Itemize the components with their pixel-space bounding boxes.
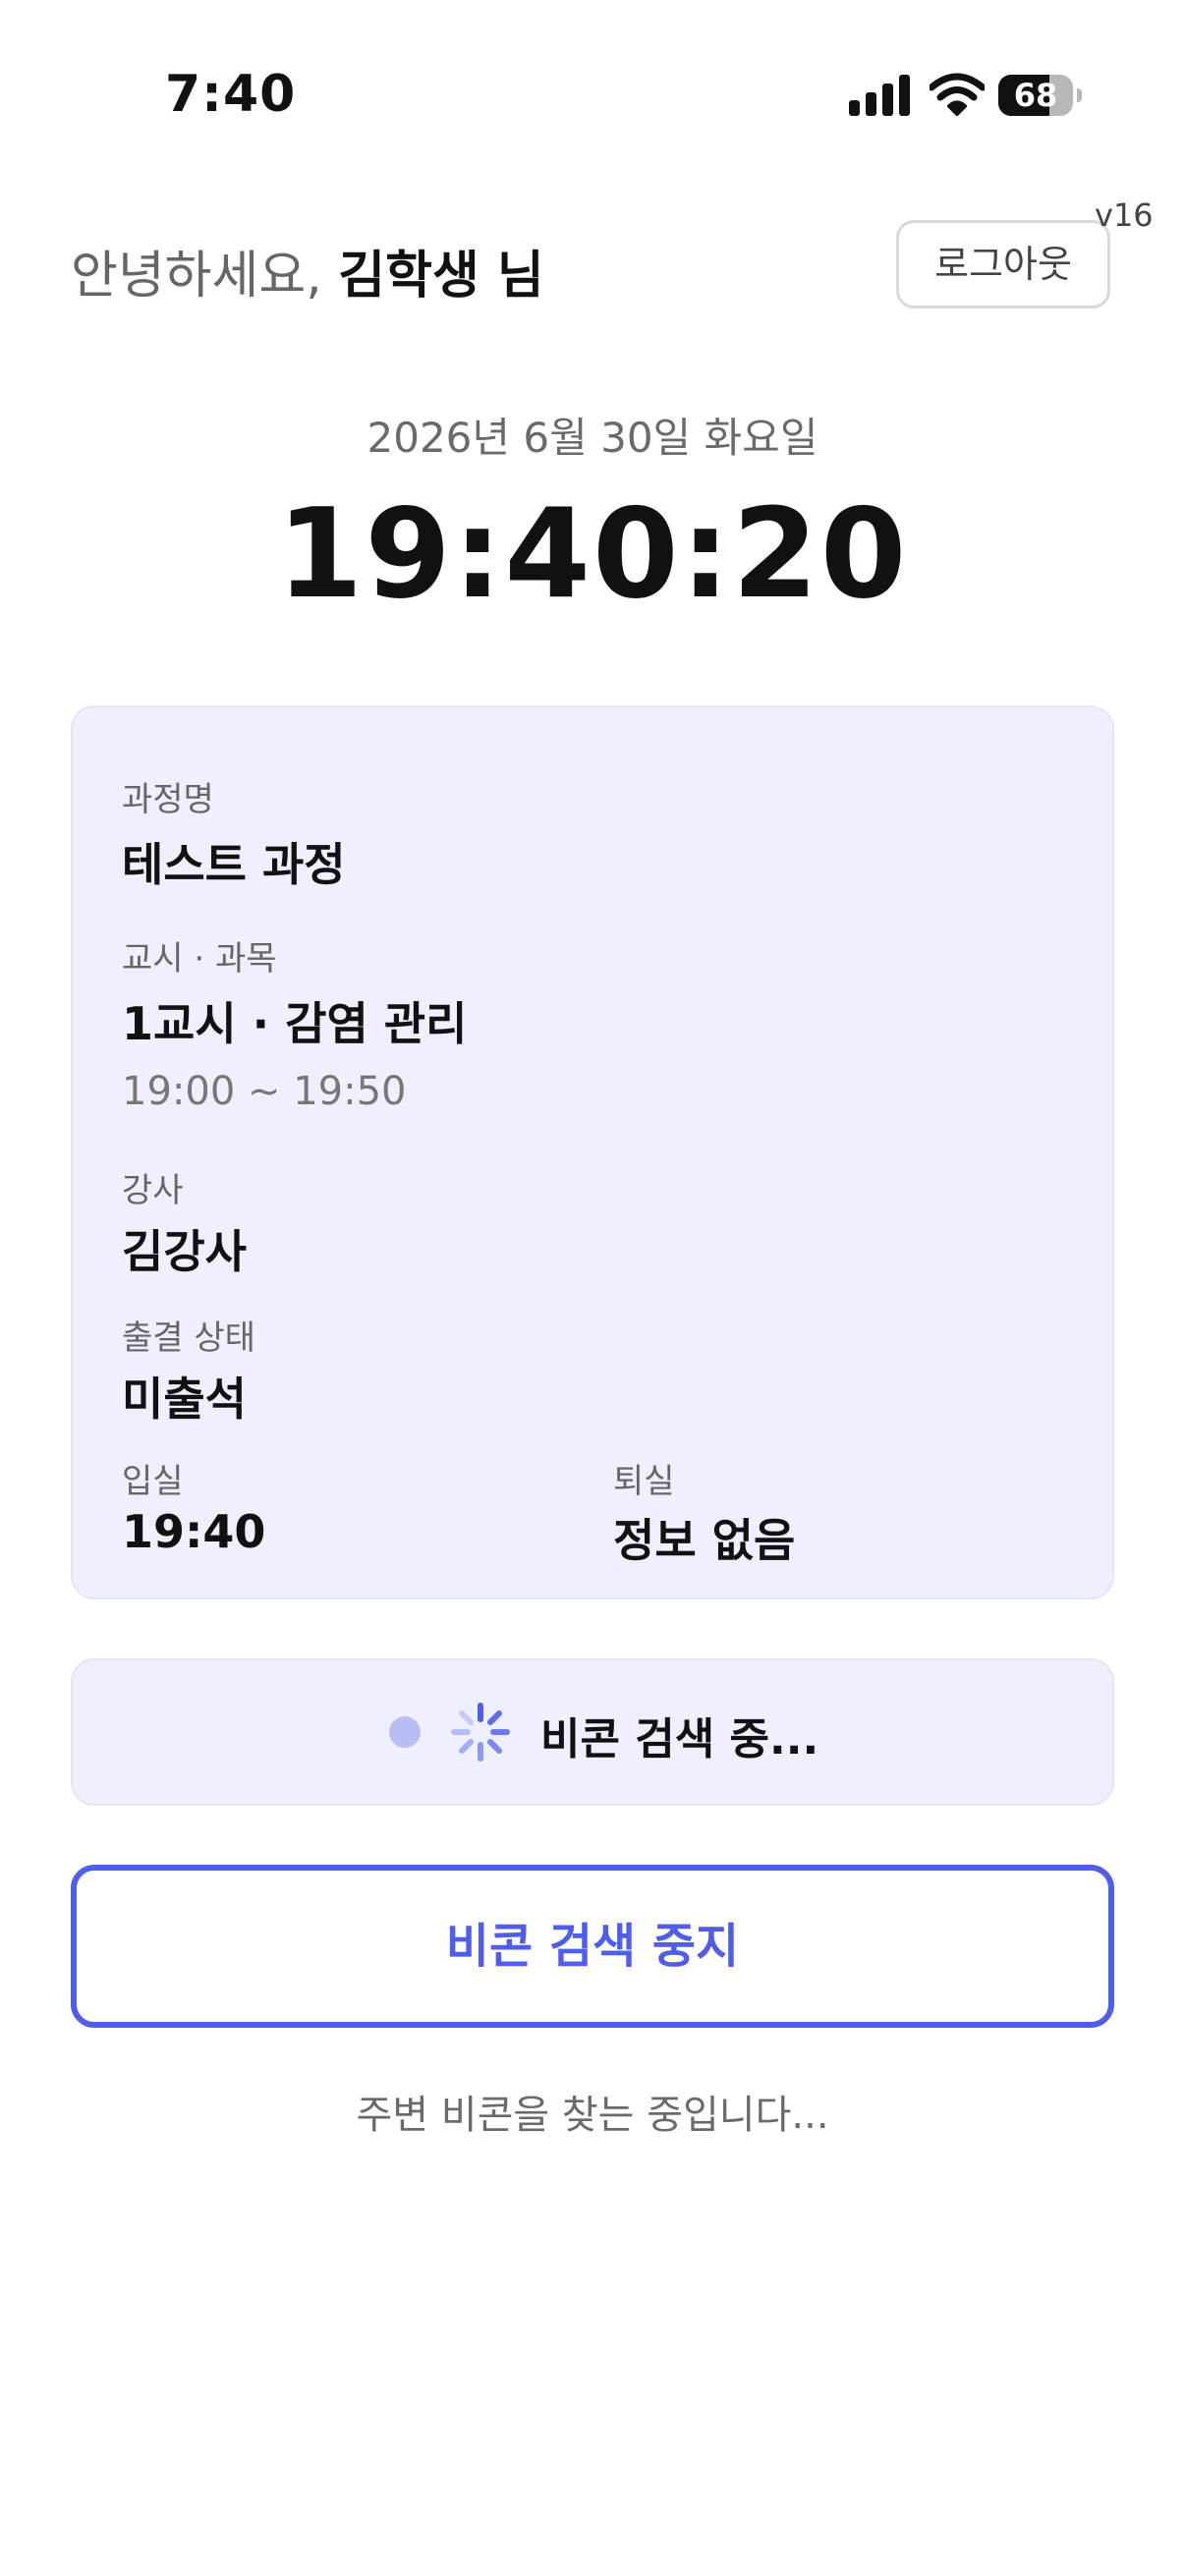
battery-level: 68 xyxy=(1013,77,1058,114)
instructor-label: 강사 xyxy=(122,1171,184,1210)
status-time: 7:40 xyxy=(165,65,297,124)
period-time: 19:00 ~ 19:50 xyxy=(122,1069,407,1114)
course-value: 테스트 과정 xyxy=(122,838,346,891)
attendance-label: 출결 상태 xyxy=(122,1318,255,1358)
version-label: v16 xyxy=(1095,196,1154,234)
period-value: 1교시 · 감염 관리 xyxy=(122,997,468,1050)
helper-text: 주변 비콘을 찾는 중입니다... xyxy=(356,2093,829,2138)
course-label: 과정명 xyxy=(122,780,214,819)
instructor-value: 김강사 xyxy=(122,1225,247,1278)
greeting: 안녕하세요, 김학생 님 xyxy=(71,234,544,308)
beacon-status-text: 비콘 검색 중... xyxy=(540,1714,819,1764)
stop-beacon-search-button[interactable]: 비콘 검색 중지 xyxy=(71,1865,1114,2028)
battery-icon: 68 xyxy=(998,75,1073,116)
user-name: 김학생 님 xyxy=(338,247,544,306)
beacon-status-box: 비콘 검색 중... xyxy=(71,1658,1114,1806)
beacon-pulse-dot xyxy=(389,1716,421,1748)
greeting-prefix: 안녕하세요, xyxy=(71,247,339,306)
period-label: 교시 · 과목 xyxy=(122,939,277,979)
battery-cap xyxy=(1077,88,1082,102)
checkout-label: 퇴실 xyxy=(613,1462,675,1501)
logout-button[interactable]: 로그아웃 xyxy=(896,220,1110,308)
wifi-icon xyxy=(930,73,985,116)
checkin-label: 입실 xyxy=(122,1462,184,1501)
current-time: 19:40:20 xyxy=(276,481,909,626)
current-date: 2026년 6월 30일 화요일 xyxy=(367,414,818,462)
checkout-time: 정보 없음 xyxy=(613,1514,796,1567)
class-info-card: 과정명 테스트 과정 교시 · 과목 1교시 · 감염 관리 19:00 ~ 1… xyxy=(71,705,1114,1599)
checkin-time: 19:40 xyxy=(122,1505,266,1558)
status-bar: 7:40 68 xyxy=(0,0,1185,187)
attendance-status: 미출석 xyxy=(122,1372,247,1426)
signal-icon xyxy=(849,75,910,116)
spinner-icon xyxy=(451,1703,510,1762)
